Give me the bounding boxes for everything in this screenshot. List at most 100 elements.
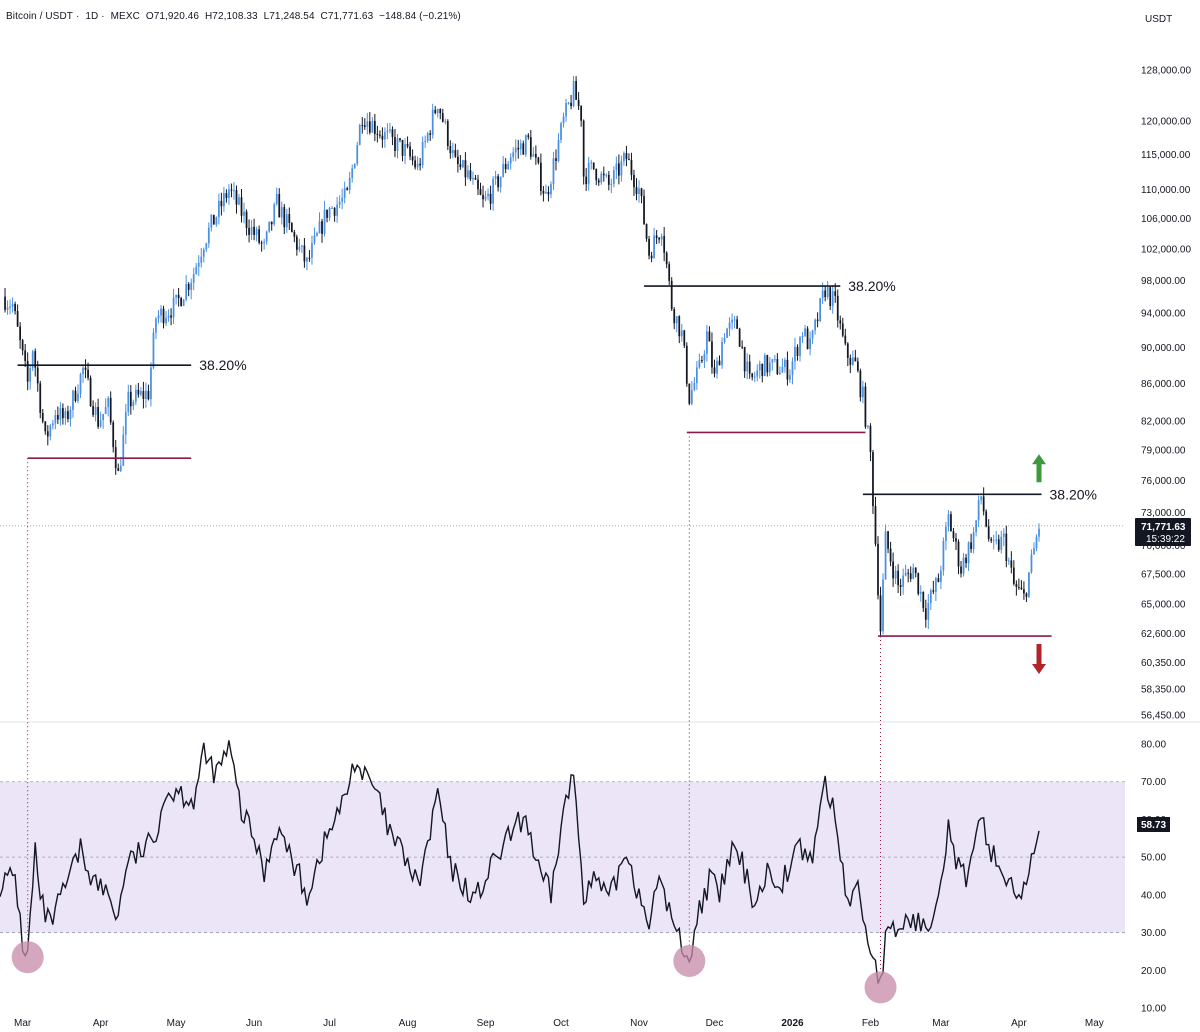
candle-body (607, 174, 610, 185)
time-tick-label: Aug (399, 1018, 417, 1029)
candle-body (293, 232, 296, 237)
candle-body (21, 340, 24, 351)
last-price-countdown: 15:39:22 (1146, 534, 1185, 545)
candle-body (648, 238, 650, 256)
candle-body (977, 500, 980, 521)
candle-body (640, 188, 643, 197)
candle-body (72, 390, 74, 410)
candle-body (809, 338, 811, 350)
candle-body (444, 121, 447, 123)
candle-body (826, 287, 829, 298)
candle-body (255, 229, 258, 235)
candle-body (104, 407, 107, 414)
candle-body (894, 570, 897, 579)
candle-body (811, 330, 814, 339)
candle-body (821, 290, 824, 299)
candle-body (565, 102, 567, 117)
candle-body (59, 408, 62, 420)
candle-body (489, 193, 492, 204)
candle-body (69, 409, 72, 420)
candle-body (763, 355, 766, 376)
candle-body (985, 511, 988, 527)
candle-body (482, 194, 484, 200)
candle-body (693, 383, 696, 391)
candle-body (82, 367, 84, 375)
time-axis[interactable]: Mar Apr May Jun Jul Aug Sep Oct Nov Dec 2026 Feb Mar… (14, 1018, 1104, 1029)
candle-body (487, 193, 489, 197)
candle-body (690, 390, 693, 404)
rsi-tick-label: 40.00 (1141, 890, 1166, 901)
candle-body (79, 374, 82, 394)
candle-body (841, 323, 844, 336)
candle-body (424, 140, 427, 142)
candle-body (436, 109, 439, 114)
candle-body (736, 319, 738, 329)
price-axis[interactable]: USDT 128,000.00 120,000.00 115,000.00 110,0… (1141, 14, 1191, 1015)
candle-body (172, 297, 175, 318)
candle-body (796, 346, 799, 356)
chart-canvas[interactable]: 38.20% 38.20% 38.20% USDT 128,000.00 120,00… (0, 0, 1200, 1032)
candle-body (514, 147, 517, 153)
candle-body (223, 193, 225, 207)
candle-body (738, 328, 741, 347)
candle-body (1007, 560, 1010, 562)
candle-body (19, 326, 22, 341)
candle-body (4, 296, 6, 310)
candle-body (44, 421, 47, 432)
candle-body (446, 121, 449, 146)
candle-body (789, 375, 791, 380)
candle-body (67, 411, 69, 420)
candle-body (582, 120, 585, 177)
candle-body (353, 163, 356, 169)
candle-body (761, 363, 764, 376)
candle-body (711, 341, 713, 368)
candle-body (416, 163, 419, 168)
candle-body (89, 377, 92, 407)
candle-body (107, 397, 110, 408)
candle-body (494, 176, 497, 179)
candle-body (46, 431, 49, 437)
candle-body (467, 170, 469, 178)
candle-body (180, 298, 183, 306)
candle-body (280, 207, 283, 218)
candle-body (384, 132, 386, 140)
candle-body (451, 150, 454, 154)
candle-body (937, 578, 940, 582)
candle-body (658, 237, 661, 240)
candle-body (429, 133, 432, 135)
candle-body (288, 214, 291, 224)
candle-body (834, 291, 837, 296)
price-tick-label: 102,000.00 (1141, 244, 1191, 255)
candle-body (147, 390, 150, 400)
candle-body (140, 391, 142, 395)
candle-body (124, 411, 127, 435)
candle-body (245, 211, 248, 228)
candle-body (497, 176, 500, 188)
fib-level-label: 38.20% (848, 278, 895, 294)
candle-body (273, 204, 276, 225)
candle-body (779, 372, 781, 375)
candle-body (846, 343, 849, 359)
candle-body (635, 187, 638, 194)
candle-body (238, 197, 240, 205)
time-tick-label: 2026 (781, 1018, 804, 1029)
candle-body (321, 221, 323, 234)
candle-body (726, 328, 728, 338)
candle-body (882, 579, 884, 632)
candle-body (1035, 536, 1038, 549)
candle-body (326, 209, 328, 218)
candle-body (675, 316, 678, 324)
candle-body (685, 345, 688, 384)
candle-body (230, 189, 233, 191)
candle-body (854, 357, 857, 362)
fib-level-label: 38.20% (199, 357, 246, 373)
candle-body (94, 407, 97, 415)
candle-body (1005, 533, 1008, 561)
candle-body (462, 160, 464, 168)
price-tick-label: 79,000.00 (1141, 446, 1186, 457)
candle-body (1025, 593, 1028, 597)
price-tick-label: 58,350.00 (1141, 684, 1186, 695)
candle-body (575, 80, 577, 100)
candle-body (431, 109, 434, 135)
candle-body (723, 337, 726, 343)
